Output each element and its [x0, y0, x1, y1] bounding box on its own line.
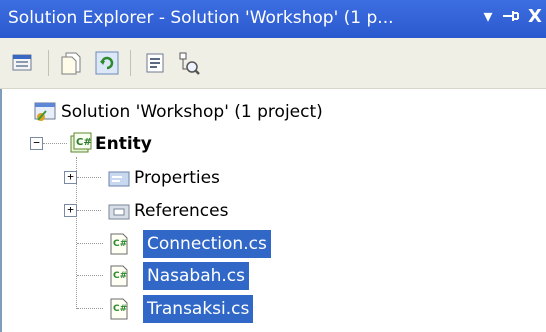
- tree-item-properties[interactable]: Properties: [104, 163, 546, 193]
- solution-node[interactable]: Solution 'Workshop' (1 project): [0, 97, 546, 127]
- title-bar: Solution Explorer - Solution 'Workshop' …: [0, 0, 546, 38]
- tree-item-references[interactable]: References: [104, 196, 546, 226]
- window-title: Solution Explorer - Solution 'Workshop' …: [8, 8, 394, 28]
- collapse-project-expander[interactable]: −: [30, 137, 43, 150]
- refresh-button[interactable]: [92, 49, 122, 77]
- properties-icon: [12, 54, 32, 71]
- properties-button[interactable]: [8, 49, 38, 77]
- tree-connector: [77, 210, 101, 211]
- tree-connector: [77, 177, 101, 178]
- project-node-entity[interactable]: C# Entity: [66, 129, 546, 159]
- tree-item-label: Properties: [134, 168, 220, 188]
- tree-item-nasabah-cs[interactable]: C# Nasabah.cs: [104, 261, 546, 291]
- solution-tree: Solution 'Workshop' (1 project) − C# Ent…: [0, 89, 546, 332]
- expand-properties-expander[interactable]: +: [64, 171, 77, 184]
- show-all-files-icon: [61, 52, 81, 75]
- properties-folder-icon: [108, 171, 130, 187]
- svg-text:C#: C#: [113, 304, 127, 314]
- auto-hide-pin-icon[interactable]: [500, 6, 522, 32]
- class-view-icon: [179, 52, 200, 75]
- tree-item-label: Connection.cs: [143, 230, 271, 258]
- csharp-file-icon: C#: [110, 298, 128, 320]
- csharp-file-icon: C#: [110, 265, 128, 287]
- tree-item-label: Transaksi.cs: [143, 295, 254, 323]
- tree-item-label: References: [134, 201, 229, 221]
- tree-item-label: Nasabah.cs: [143, 262, 249, 290]
- tree-item-connection-cs[interactable]: C# Connection.cs: [104, 229, 546, 259]
- tree-item-transaksi-cs[interactable]: C# Transaksi.cs: [104, 294, 546, 324]
- tree-connector: [77, 243, 103, 244]
- tree-connector: [77, 275, 103, 276]
- expand-references-expander[interactable]: +: [64, 204, 77, 217]
- toolbar-separator: [48, 50, 49, 76]
- svg-text:C#: C#: [113, 271, 127, 281]
- csharp-project-icon: C#: [70, 132, 92, 153]
- tree-connector: [77, 308, 103, 309]
- svg-text:C#: C#: [113, 239, 127, 249]
- window-position-dropdown-icon[interactable]: ▾: [478, 6, 498, 28]
- tree-connector: [43, 143, 67, 144]
- svg-text:C#: C#: [76, 137, 92, 148]
- class-view-button[interactable]: [174, 49, 204, 77]
- project-label: Entity: [95, 134, 152, 154]
- solution-icon: [34, 102, 56, 121]
- references-folder-icon: [108, 204, 130, 220]
- refresh-icon: [95, 51, 119, 75]
- solution-label: Solution 'Workshop' (1 project): [61, 102, 323, 122]
- view-code-icon: [146, 53, 164, 73]
- panel-left-border: [0, 89, 2, 332]
- show-all-files-button[interactable]: [56, 49, 86, 77]
- toolbar-separator: [130, 50, 131, 76]
- close-icon[interactable]: X: [524, 6, 546, 28]
- toolbar: [0, 38, 546, 89]
- view-code-button[interactable]: [140, 49, 170, 77]
- csharp-file-icon: C#: [110, 233, 128, 255]
